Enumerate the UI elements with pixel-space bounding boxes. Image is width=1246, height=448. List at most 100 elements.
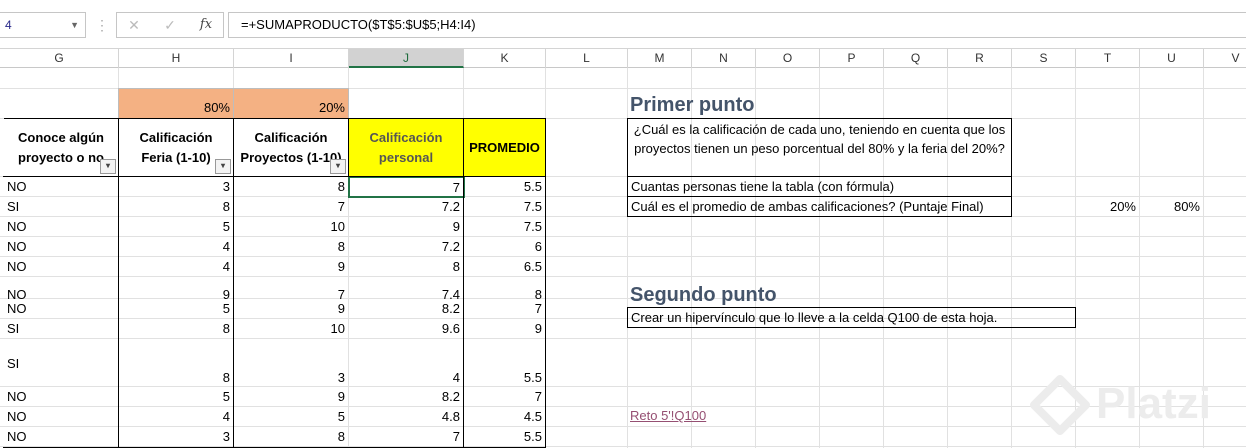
cell-proyectos[interactable]: 9 [233, 257, 348, 277]
cancel-icon[interactable]: ✕ [121, 13, 147, 37]
question-3[interactable]: Cuál es el promedio de ambas calificacio… [627, 196, 1012, 217]
worksheet-grid[interactable]: 80% 20% Conoce algún proyecto o no ▾ Cal… [0, 68, 1246, 448]
column-header-L[interactable]: L [546, 49, 628, 68]
cell-promedio[interactable]: 6.5 [463, 257, 545, 277]
column-header-K[interactable]: K [464, 49, 546, 68]
cell-promedio[interactable]: 6 [463, 237, 545, 257]
header-promedio[interactable]: PROMEDIO [463, 118, 546, 177]
cell-conoce[interactable]: SI [4, 339, 118, 387]
drag-handle-icon[interactable]: ⋮ [95, 16, 109, 34]
cell-proyectos[interactable]: 8 [233, 237, 348, 257]
cell-feria[interactable]: 8 [118, 197, 233, 217]
filter-dropdown-icon[interactable]: ▾ [330, 159, 346, 174]
cell-proyectos[interactable]: 3 [233, 339, 348, 387]
cell-feria[interactable]: 5 [118, 299, 233, 319]
column-header-H[interactable]: H [119, 49, 234, 68]
cell-feria[interactable]: 8 [118, 339, 233, 387]
column-header-P[interactable]: P [820, 49, 884, 68]
cell-conoce[interactable]: NO [4, 237, 118, 257]
cell-conoce[interactable]: NO [4, 427, 118, 447]
cell-proyectos[interactable]: 8 [233, 427, 348, 447]
column-header-S[interactable]: S [1012, 49, 1076, 68]
header-conoce[interactable]: Conoce algún proyecto o no ▾ [4, 118, 119, 177]
cell-personal[interactable]: 4 [348, 339, 463, 387]
segundo-question[interactable]: Crear un hipervínculo que lo lleve a la … [627, 307, 1076, 328]
cell-feria[interactable]: 4 [118, 257, 233, 277]
cell-feria[interactable]: 5 [118, 387, 233, 407]
header-personal[interactable]: Calificación personal [348, 118, 464, 177]
cell-feria[interactable]: 3 [118, 177, 233, 197]
cell-feria[interactable]: 9 [118, 277, 233, 299]
cell-feria[interactable]: 3 [118, 427, 233, 447]
cell-personal[interactable]: 8.2 [348, 299, 463, 319]
formula-input[interactable]: =+SUMAPRODUCTO($T$5:$U$5;H4:I4) [228, 12, 1246, 38]
column-header-U[interactable]: U [1140, 49, 1204, 68]
cell-proyectos[interactable]: 8 [233, 177, 348, 197]
cell-promedio[interactable]: 7 [463, 299, 545, 319]
enter-icon[interactable]: ✓ [157, 13, 183, 37]
cell-promedio[interactable]: 7.5 [463, 217, 545, 237]
question-1[interactable]: ¿Cuál es la calificación de cada uno, te… [627, 118, 1012, 177]
cell-personal[interactable]: 7 [348, 427, 463, 447]
column-header-Q[interactable]: Q [884, 49, 948, 68]
cell-proyectos[interactable]: 9 [233, 299, 348, 319]
filter-dropdown-icon[interactable]: ▾ [215, 159, 231, 174]
column-header-T[interactable]: T [1076, 49, 1140, 68]
cell-conoce[interactable]: NO [4, 277, 118, 299]
filter-dropdown-icon[interactable]: ▾ [100, 159, 116, 174]
column-header-O[interactable]: O [756, 49, 820, 68]
cell-promedio[interactable]: 7 [463, 387, 545, 407]
chevron-down-icon[interactable]: ▼ [70, 13, 79, 37]
column-header-V[interactable]: V [1204, 49, 1246, 68]
cell-U-percent[interactable]: 80% [1139, 197, 1203, 217]
header-feria[interactable]: Calificación Feria (1-10) ▾ [118, 118, 234, 177]
cell-feria[interactable]: 5 [118, 217, 233, 237]
cell-promedio[interactable]: 5.5 [463, 427, 545, 447]
cell-conoce[interactable]: NO [4, 177, 118, 197]
cell-promedio[interactable]: 9 [463, 319, 545, 339]
percent-feria[interactable]: 80% [118, 88, 234, 119]
column-header-M[interactable]: M [628, 49, 692, 68]
cell-conoce[interactable]: NO [4, 299, 118, 319]
cell-conoce[interactable]: NO [4, 387, 118, 407]
cell-feria[interactable]: 8 [118, 319, 233, 339]
column-header-N[interactable]: N [692, 49, 756, 68]
cell-feria[interactable]: 4 [118, 407, 233, 427]
cell-conoce[interactable]: NO [4, 407, 118, 427]
cell-personal[interactable]: 4.8 [348, 407, 463, 427]
header-proyectos[interactable]: Calificación Proyectos (1-10) ▾ [233, 118, 349, 177]
cell-personal[interactable]: 9 [348, 217, 463, 237]
cell-promedio[interactable]: 5.5 [463, 177, 545, 197]
hyperlink-q100[interactable]: Reto 5'!Q100 [630, 406, 750, 426]
cell-proyectos[interactable]: 5 [233, 407, 348, 427]
cell-conoce[interactable]: NO [4, 257, 118, 277]
name-box[interactable]: 4 ▼ [0, 12, 86, 38]
question-2[interactable]: Cuantas personas tiene la tabla (con fór… [627, 176, 1012, 197]
column-header-R[interactable]: R [948, 49, 1012, 68]
column-header-J[interactable]: J [349, 49, 464, 68]
cell-personal[interactable]: 9.6 [348, 319, 463, 339]
cell-promedio[interactable]: 5.5 [463, 339, 545, 387]
cell-proyectos[interactable]: 7 [233, 277, 348, 299]
cell-personal[interactable]: 7.2 [348, 197, 463, 217]
column-header-G[interactable]: G [0, 49, 119, 68]
cell-proyectos[interactable]: 9 [233, 387, 348, 407]
cell-personal[interactable]: 8 [348, 257, 463, 277]
cell-personal[interactable]: 7.4 [348, 277, 463, 299]
cell-promedio[interactable]: 8 [463, 277, 545, 299]
column-header-I[interactable]: I [234, 49, 349, 68]
cell-proyectos[interactable]: 10 [233, 319, 348, 339]
percent-proyectos[interactable]: 20% [233, 88, 349, 119]
cell-personal[interactable]: 7.2 [348, 237, 463, 257]
cell-proyectos[interactable]: 10 [233, 217, 348, 237]
cell-promedio[interactable]: 4.5 [463, 407, 545, 427]
insert-function-icon[interactable]: fx [193, 13, 219, 37]
cell-conoce[interactable]: NO [4, 217, 118, 237]
cell-T-percent[interactable]: 20% [1075, 197, 1139, 217]
selected-cell-personal[interactable]: 7 [348, 176, 465, 198]
cell-conoce[interactable]: SI [4, 319, 118, 339]
cell-proyectos[interactable]: 7 [233, 197, 348, 217]
cell-feria[interactable]: 4 [118, 237, 233, 257]
cell-promedio[interactable]: 7.5 [463, 197, 545, 217]
cell-conoce[interactable]: SI [4, 197, 118, 217]
